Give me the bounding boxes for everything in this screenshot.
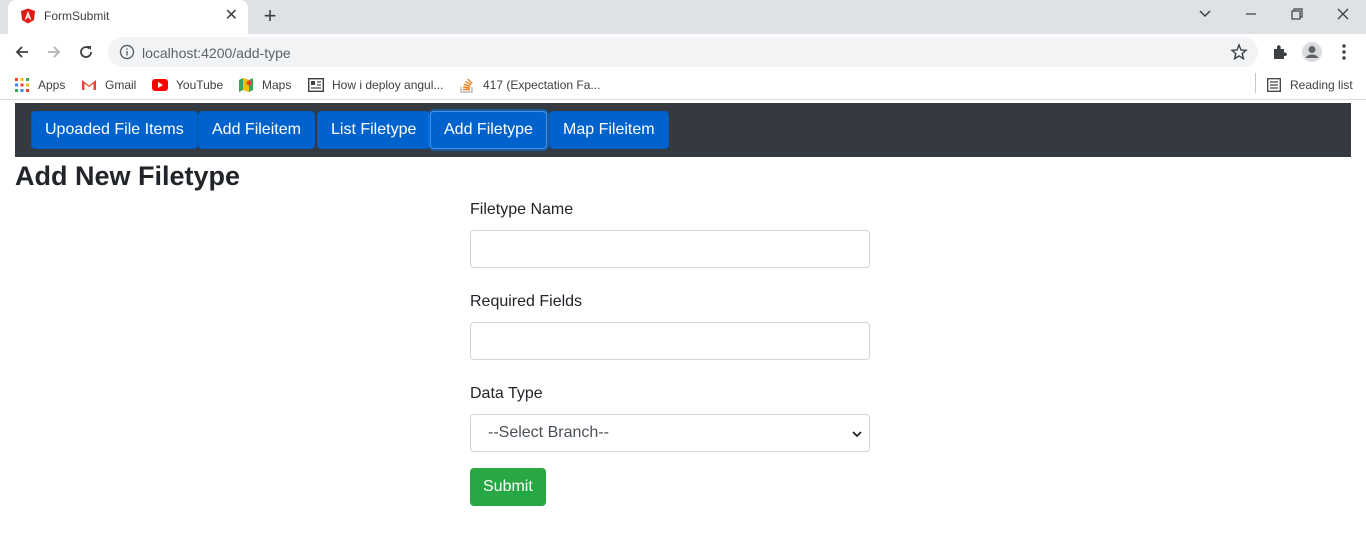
required-fields-input[interactable] <box>470 322 870 360</box>
reload-icon[interactable] <box>74 40 98 64</box>
chrome-menu-kebab-icon[interactable] <box>1332 40 1356 64</box>
browser-tab[interactable]: FormSubmit ✕ <box>8 0 248 34</box>
apps-grid-icon <box>14 77 30 93</box>
back-arrow-icon[interactable] <box>10 40 34 64</box>
bookmark-label: 417 (Expectation Fa... <box>483 78 601 92</box>
nav-add-filetype-button[interactable]: Add Filetype <box>430 111 547 149</box>
nav-list-filetype-button[interactable]: List Filetype <box>317 111 431 149</box>
reading-list-button[interactable]: Reading list <box>1266 76 1353 94</box>
new-tab-plus-icon[interactable]: + <box>258 5 282 29</box>
minimize-icon[interactable] <box>1239 5 1263 29</box>
nav-map-fileitem-button[interactable]: Map Fileitem <box>549 111 669 149</box>
bookmark-star-icon[interactable] <box>1230 43 1248 66</box>
article-icon <box>308 77 324 93</box>
reading-list-icon <box>1266 77 1282 93</box>
submit-button[interactable]: Submit <box>470 468 546 506</box>
bookmark-how-i-deploy[interactable]: How i deploy angul... <box>308 76 443 94</box>
data-type-select[interactable]: --Select Branch-- <box>470 414 870 452</box>
chevron-down-icon <box>851 427 863 445</box>
address-bar[interactable]: localhost:4200/add-type <box>108 37 1258 67</box>
tab-search-chevron-icon[interactable] <box>1193 5 1217 29</box>
add-filetype-form: Filetype Name Required Fields Data Type … <box>470 196 870 506</box>
bookmark-maps[interactable]: Maps <box>238 76 291 94</box>
profile-avatar-icon[interactable] <box>1300 40 1324 64</box>
site-info-icon[interactable] <box>119 44 135 60</box>
bookmark-gmail[interactable]: Gmail <box>81 76 136 94</box>
browser-toolbar: localhost:4200/add-type <box>0 34 1366 70</box>
required-fields-label: Required Fields <box>470 293 583 310</box>
forward-arrow-icon[interactable] <box>42 40 66 64</box>
maps-icon <box>238 77 254 93</box>
data-type-label: Data Type <box>470 385 543 402</box>
bookmark-youtube[interactable]: YouTube <box>152 76 223 94</box>
gmail-icon <box>81 77 97 93</box>
tab-title: FormSubmit <box>44 9 110 23</box>
bookmark-label: Apps <box>38 78 66 92</box>
bookmark-label: Maps <box>262 78 292 92</box>
bookmarks-bar: Apps Gmail YouTube Maps How i deploy ang… <box>0 70 1366 100</box>
tab-close-icon[interactable]: ✕ <box>225 8 238 24</box>
nav-uploaded-file-items-button[interactable]: Upoaded File Items <box>31 111 198 149</box>
bookmark-label: How i deploy angul... <box>332 78 444 92</box>
filetype-name-input[interactable] <box>470 230 870 268</box>
angular-favicon-icon <box>20 8 36 24</box>
restore-icon[interactable] <box>1285 5 1309 29</box>
close-window-icon[interactable] <box>1331 5 1355 29</box>
bookmark-417-expectation[interactable]: 417 (Expectation Fa... <box>459 76 600 94</box>
bookmark-label: YouTube <box>176 78 224 92</box>
bookmark-apps[interactable]: Apps <box>14 76 65 94</box>
app-navbar: Upoaded File Items Add Fileitem List Fil… <box>15 103 1351 157</box>
filetype-name-label: Filetype Name <box>470 201 574 218</box>
data-type-selected-value: --Select Branch-- <box>488 424 609 441</box>
youtube-icon <box>152 77 168 93</box>
bookmark-label: Gmail <box>105 78 137 92</box>
page-title: Add New Filetype <box>15 161 241 191</box>
nav-add-fileitem-button[interactable]: Add Fileitem <box>198 111 315 149</box>
browser-tab-strip: FormSubmit ✕ + <box>0 0 1366 34</box>
url-text[interactable]: localhost:4200/add-type <box>142 45 291 61</box>
bookmarks-separator <box>1255 73 1256 93</box>
stack-overflow-icon <box>459 77 475 93</box>
reading-list-label: Reading list <box>1290 78 1353 92</box>
extensions-puzzle-icon[interactable] <box>1268 40 1292 64</box>
